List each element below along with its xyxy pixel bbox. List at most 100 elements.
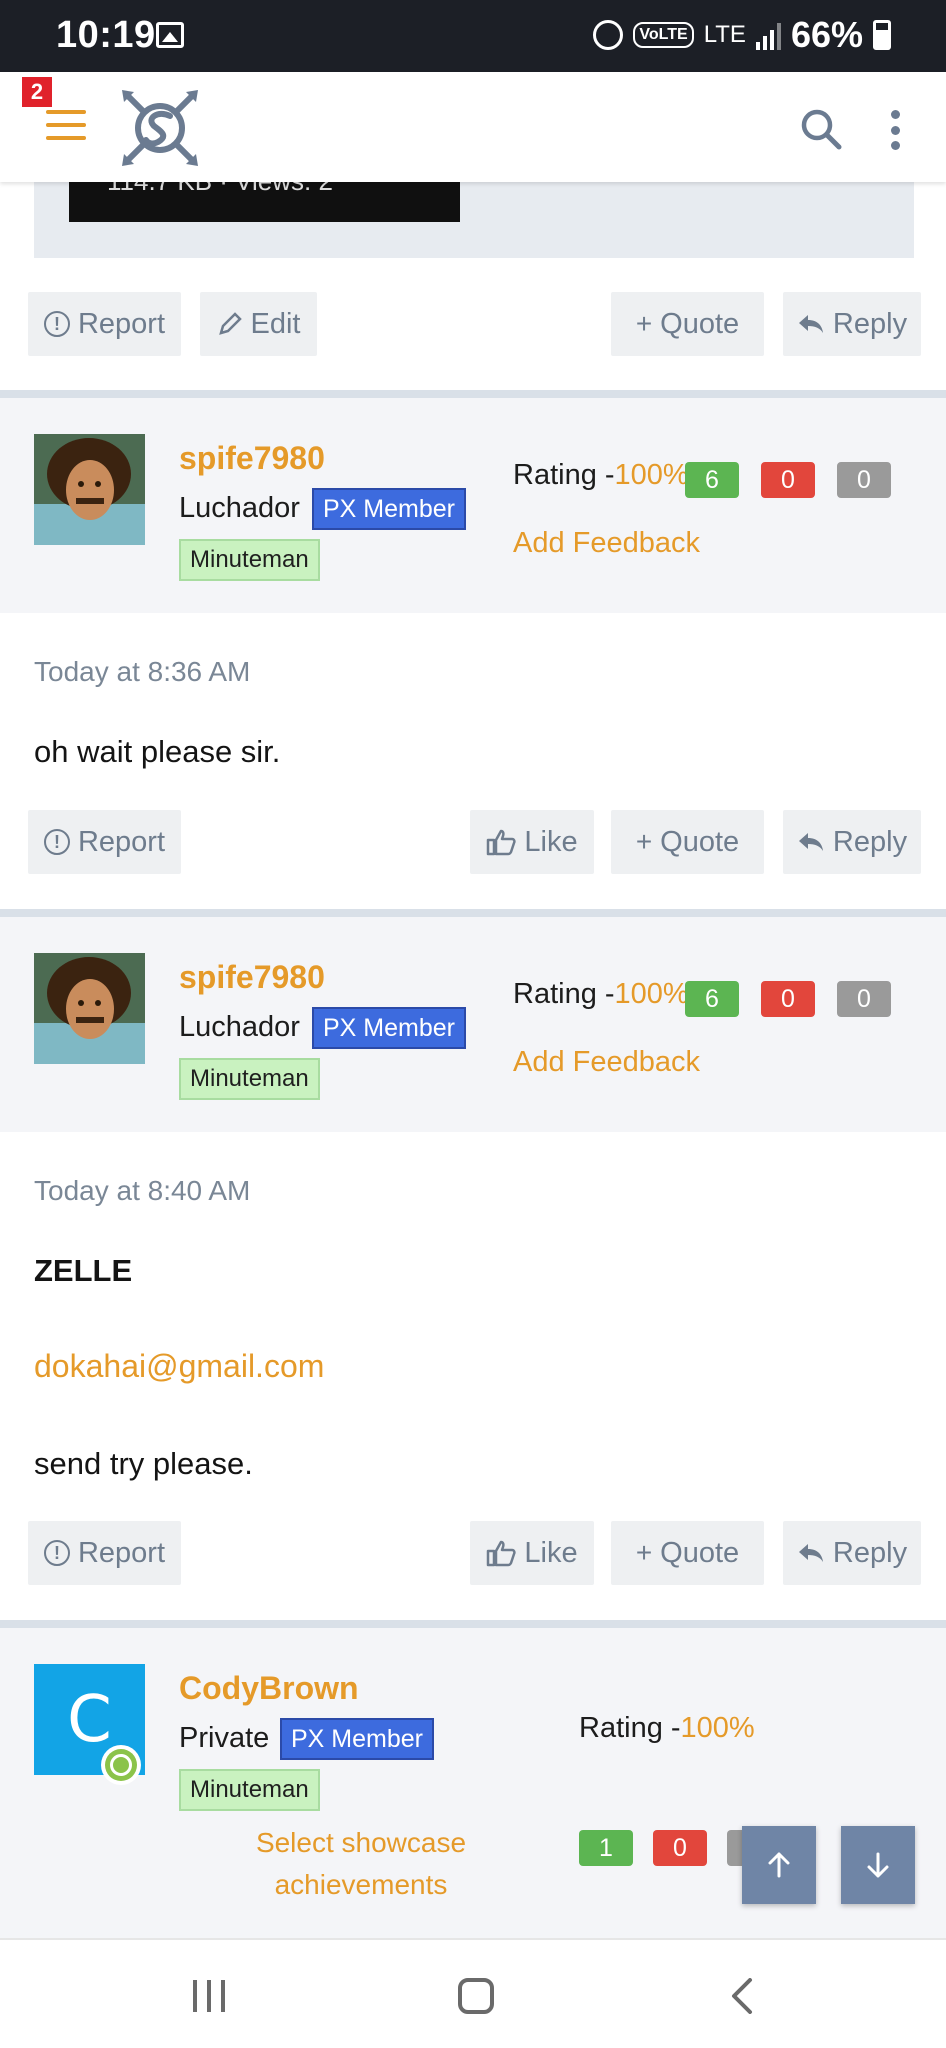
rating-percent: 100% xyxy=(614,978,689,1010)
recent-apps-icon[interactable] xyxy=(193,1980,225,2012)
post-body: send try please. xyxy=(34,1446,253,1481)
px-member-badge: PX Member xyxy=(312,488,466,530)
avatar[interactable] xyxy=(34,953,145,1064)
reply-button[interactable]: Reply xyxy=(783,1521,921,1585)
negative-feedback-count[interactable]: 0 xyxy=(761,981,815,1017)
rating-label: Rating -100% xyxy=(513,459,689,491)
reply-label: Reply xyxy=(832,307,908,340)
rank-badge: Minuteman xyxy=(179,1769,320,1811)
select-showcase-achievements-link[interactable]: Select showcase achievements xyxy=(230,1822,492,1906)
report-button[interactable]: ! Report xyxy=(28,1521,181,1585)
reply-icon xyxy=(798,1544,823,1562)
search-icon[interactable] xyxy=(800,108,842,150)
status-time: 10:19 xyxy=(56,14,156,56)
quote-button[interactable]: + Quote xyxy=(611,810,764,874)
signal-icon xyxy=(755,20,781,50)
reply-button[interactable]: Reply xyxy=(783,810,921,874)
battery-icon xyxy=(873,20,891,50)
reply-label: Reply xyxy=(832,1536,908,1569)
site-logo[interactable] xyxy=(118,86,202,170)
email-link[interactable]: dokahai@gmail.com xyxy=(34,1348,324,1385)
negative-feedback-count[interactable]: 0 xyxy=(761,462,815,498)
lte-label: LTE xyxy=(703,21,746,48)
add-feedback-link[interactable]: Add Feedback xyxy=(513,527,700,560)
system-nav-bar xyxy=(0,1938,946,2048)
report-label: Report xyxy=(77,825,166,858)
rating-percent: 100% xyxy=(614,459,689,491)
more-options-icon[interactable] xyxy=(888,110,902,150)
like-button[interactable]: Like xyxy=(470,810,594,874)
rank-badge: Minuteman xyxy=(179,1058,320,1100)
post-timestamp[interactable]: Today at 8:40 AM xyxy=(34,1175,250,1207)
px-member-badge: PX Member xyxy=(312,1007,466,1049)
quote-button[interactable]: + Quote xyxy=(611,1521,764,1585)
post-heading: ZELLE xyxy=(34,1253,133,1288)
like-label: Like xyxy=(524,825,578,858)
avatar[interactable] xyxy=(34,434,145,545)
username[interactable]: CodyBrown xyxy=(179,1670,359,1707)
plus-icon: + xyxy=(635,308,653,339)
thumbs-up-icon xyxy=(487,1540,517,1567)
menu-icon[interactable] xyxy=(46,110,86,140)
edit-button[interactable]: Edit xyxy=(200,292,317,356)
post-divider xyxy=(0,390,946,398)
back-icon[interactable] xyxy=(730,1978,754,2014)
status-icons: VoLTE LTE 66% xyxy=(593,14,891,56)
post-timestamp[interactable]: Today at 8:36 AM xyxy=(34,656,250,688)
reply-button[interactable]: Reply xyxy=(783,292,921,356)
arrow-up-icon xyxy=(768,1852,790,1878)
positive-feedback-count[interactable]: 6 xyxy=(685,981,739,1017)
add-feedback-link[interactable]: Add Feedback xyxy=(513,1046,700,1079)
username[interactable]: spife7980 xyxy=(179,440,325,477)
rating-label: Rating -100% xyxy=(579,1712,755,1744)
username[interactable]: spife7980 xyxy=(179,959,325,996)
scroll-top-button[interactable] xyxy=(742,1826,816,1904)
report-label: Report xyxy=(77,307,166,340)
neutral-feedback-count[interactable]: 0 xyxy=(837,981,891,1017)
reply-icon xyxy=(798,833,823,851)
scroll-bottom-button[interactable] xyxy=(841,1826,915,1904)
plus-icon: + xyxy=(635,826,653,857)
pencil-icon xyxy=(218,312,242,335)
reply-label: Reply xyxy=(832,825,908,858)
rank-badge: Minuteman xyxy=(179,539,320,581)
positive-feedback-count[interactable]: 1 xyxy=(579,1830,633,1866)
gallery-icon xyxy=(156,22,184,48)
status-bar: 10:19 VoLTE LTE 66% xyxy=(0,0,946,72)
report-button[interactable]: ! Report xyxy=(28,810,181,874)
online-status-icon xyxy=(101,1745,141,1785)
quote-label: Quote xyxy=(660,307,740,340)
quote-button[interactable]: + Quote xyxy=(611,292,764,356)
rating-percent: 100% xyxy=(680,1712,755,1744)
home-icon[interactable] xyxy=(458,1978,494,2014)
notification-badge[interactable]: 2 xyxy=(22,77,52,107)
like-label: Like xyxy=(524,1536,578,1569)
alarm-icon xyxy=(593,20,624,50)
plus-icon: + xyxy=(635,1537,653,1568)
battery-percent: 66% xyxy=(790,14,863,55)
rating-label: Rating -100% xyxy=(513,978,689,1010)
report-icon: ! xyxy=(43,311,70,337)
report-icon: ! xyxy=(43,829,70,855)
quote-label: Quote xyxy=(660,825,740,858)
edit-label: Edit xyxy=(250,307,301,340)
negative-feedback-count[interactable]: 0 xyxy=(653,1830,707,1866)
report-label: Report xyxy=(77,1536,166,1569)
volte-icon: VoLTE xyxy=(633,22,694,48)
avatar-initial: C xyxy=(67,1682,112,1757)
px-member-badge: PX Member xyxy=(280,1718,434,1760)
reply-icon xyxy=(798,315,823,333)
report-icon: ! xyxy=(43,1540,70,1566)
user-title: Private xyxy=(179,1722,270,1754)
user-title: Luchador xyxy=(179,1011,300,1043)
positive-feedback-count[interactable]: 6 xyxy=(685,462,739,498)
quote-label: Quote xyxy=(660,1536,740,1569)
thumbs-up-icon xyxy=(487,829,517,856)
post-divider xyxy=(0,1620,946,1628)
post-body: oh wait please sir. xyxy=(34,734,281,769)
user-title: Luchador xyxy=(179,492,300,524)
like-button[interactable]: Like xyxy=(470,1521,594,1585)
post-divider xyxy=(0,909,946,917)
neutral-feedback-count[interactable]: 0 xyxy=(837,462,891,498)
report-button[interactable]: ! Report xyxy=(28,292,181,356)
